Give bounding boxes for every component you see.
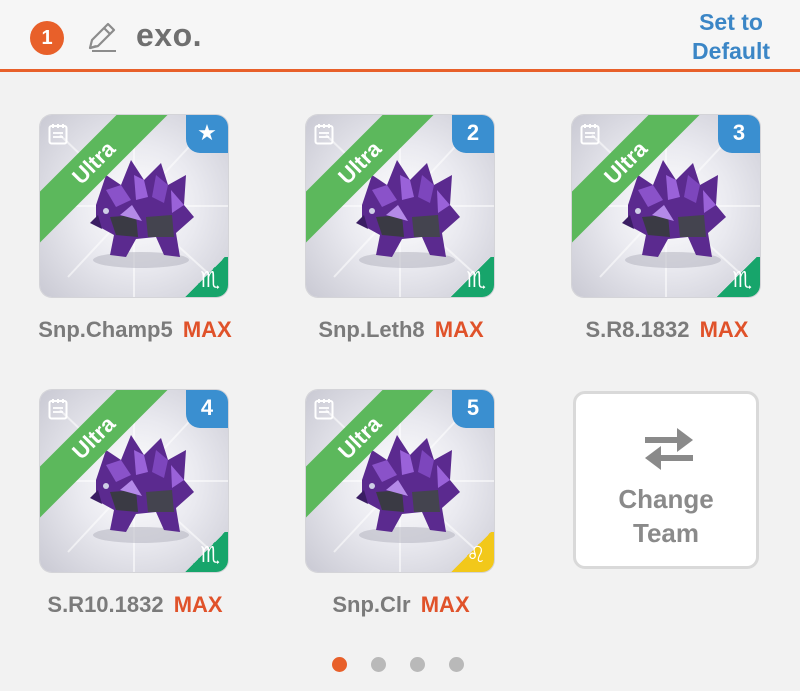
creature-name: S.R8.1832 bbox=[585, 317, 690, 342]
slot-number-badge: 2 bbox=[452, 115, 494, 153]
set-to-default-button[interactable]: Set to Default bbox=[692, 8, 770, 66]
creature-name-label: S.R10.1832 MAX bbox=[25, 592, 245, 618]
change-team-line2: Team bbox=[633, 518, 699, 548]
scorpio-sign-icon: ♏ bbox=[200, 542, 220, 567]
change-team-button[interactable]: Change Team bbox=[573, 391, 759, 569]
notes-icon[interactable] bbox=[314, 123, 334, 145]
creature-name-label: Snp.Leth8 MAX bbox=[291, 317, 511, 343]
team-header: 1 exo. Set to Default bbox=[0, 0, 800, 72]
notes-icon[interactable] bbox=[314, 398, 334, 420]
notes-icon[interactable] bbox=[48, 398, 68, 420]
page-dot-3[interactable] bbox=[410, 657, 425, 672]
set-default-line1: Set to bbox=[699, 9, 763, 35]
creature-name: Snp.Champ5 bbox=[38, 317, 173, 342]
slot-number-badge: 4 bbox=[186, 390, 228, 428]
swap-arrows-icon bbox=[645, 428, 693, 470]
page-dot-4[interactable] bbox=[449, 657, 464, 672]
slot-number-badge: 5 bbox=[452, 390, 494, 428]
level-max-label: MAX bbox=[434, 317, 484, 342]
team-number-badge[interactable]: 1 bbox=[30, 21, 64, 55]
set-default-line2: Default bbox=[692, 38, 770, 64]
team-name[interactable]: exo. bbox=[136, 17, 202, 54]
page-dot-1[interactable] bbox=[332, 657, 347, 672]
change-team-line1: Change bbox=[618, 484, 714, 514]
creature-name: S.R10.1832 bbox=[47, 592, 164, 617]
scorpio-sign-icon: ♏ bbox=[466, 267, 486, 292]
creature-card[interactable]: Ultra ★ ♏ bbox=[40, 115, 228, 297]
slot-number-badge: 3 bbox=[718, 115, 760, 153]
scorpio-sign-icon: ♏ bbox=[732, 267, 752, 292]
notes-icon[interactable] bbox=[48, 123, 68, 145]
creature-name-label: Snp.Champ5 MAX bbox=[25, 317, 245, 343]
notes-icon[interactable] bbox=[580, 123, 600, 145]
page-dot-2[interactable] bbox=[371, 657, 386, 672]
creature-card[interactable]: Ultra 2 ♏ bbox=[306, 115, 494, 297]
pencil-edit-icon[interactable] bbox=[84, 20, 118, 54]
creature-name-label: Snp.Clr MAX bbox=[291, 592, 511, 618]
creature-card[interactable]: Ultra 4 ♏ bbox=[40, 390, 228, 572]
creature-name-label: S.R8.1832 MAX bbox=[557, 317, 777, 343]
leo-sign-icon: ♌ bbox=[466, 542, 486, 567]
creature-card[interactable]: Ultra 3 ♏ bbox=[572, 115, 760, 297]
level-max-label: MAX bbox=[173, 592, 223, 617]
level-max-label: MAX bbox=[420, 592, 470, 617]
creature-name: Snp.Leth8 bbox=[318, 317, 425, 342]
creature-name: Snp.Clr bbox=[332, 592, 411, 617]
level-max-label: MAX bbox=[699, 317, 749, 342]
page-indicator bbox=[332, 657, 472, 673]
leader-star-badge: ★ bbox=[186, 115, 228, 153]
creature-card[interactable]: Ultra 5 ♌ bbox=[306, 390, 494, 572]
level-max-label: MAX bbox=[182, 317, 232, 342]
change-team-label: Change Team bbox=[576, 482, 756, 550]
scorpio-sign-icon: ♏ bbox=[200, 267, 220, 292]
